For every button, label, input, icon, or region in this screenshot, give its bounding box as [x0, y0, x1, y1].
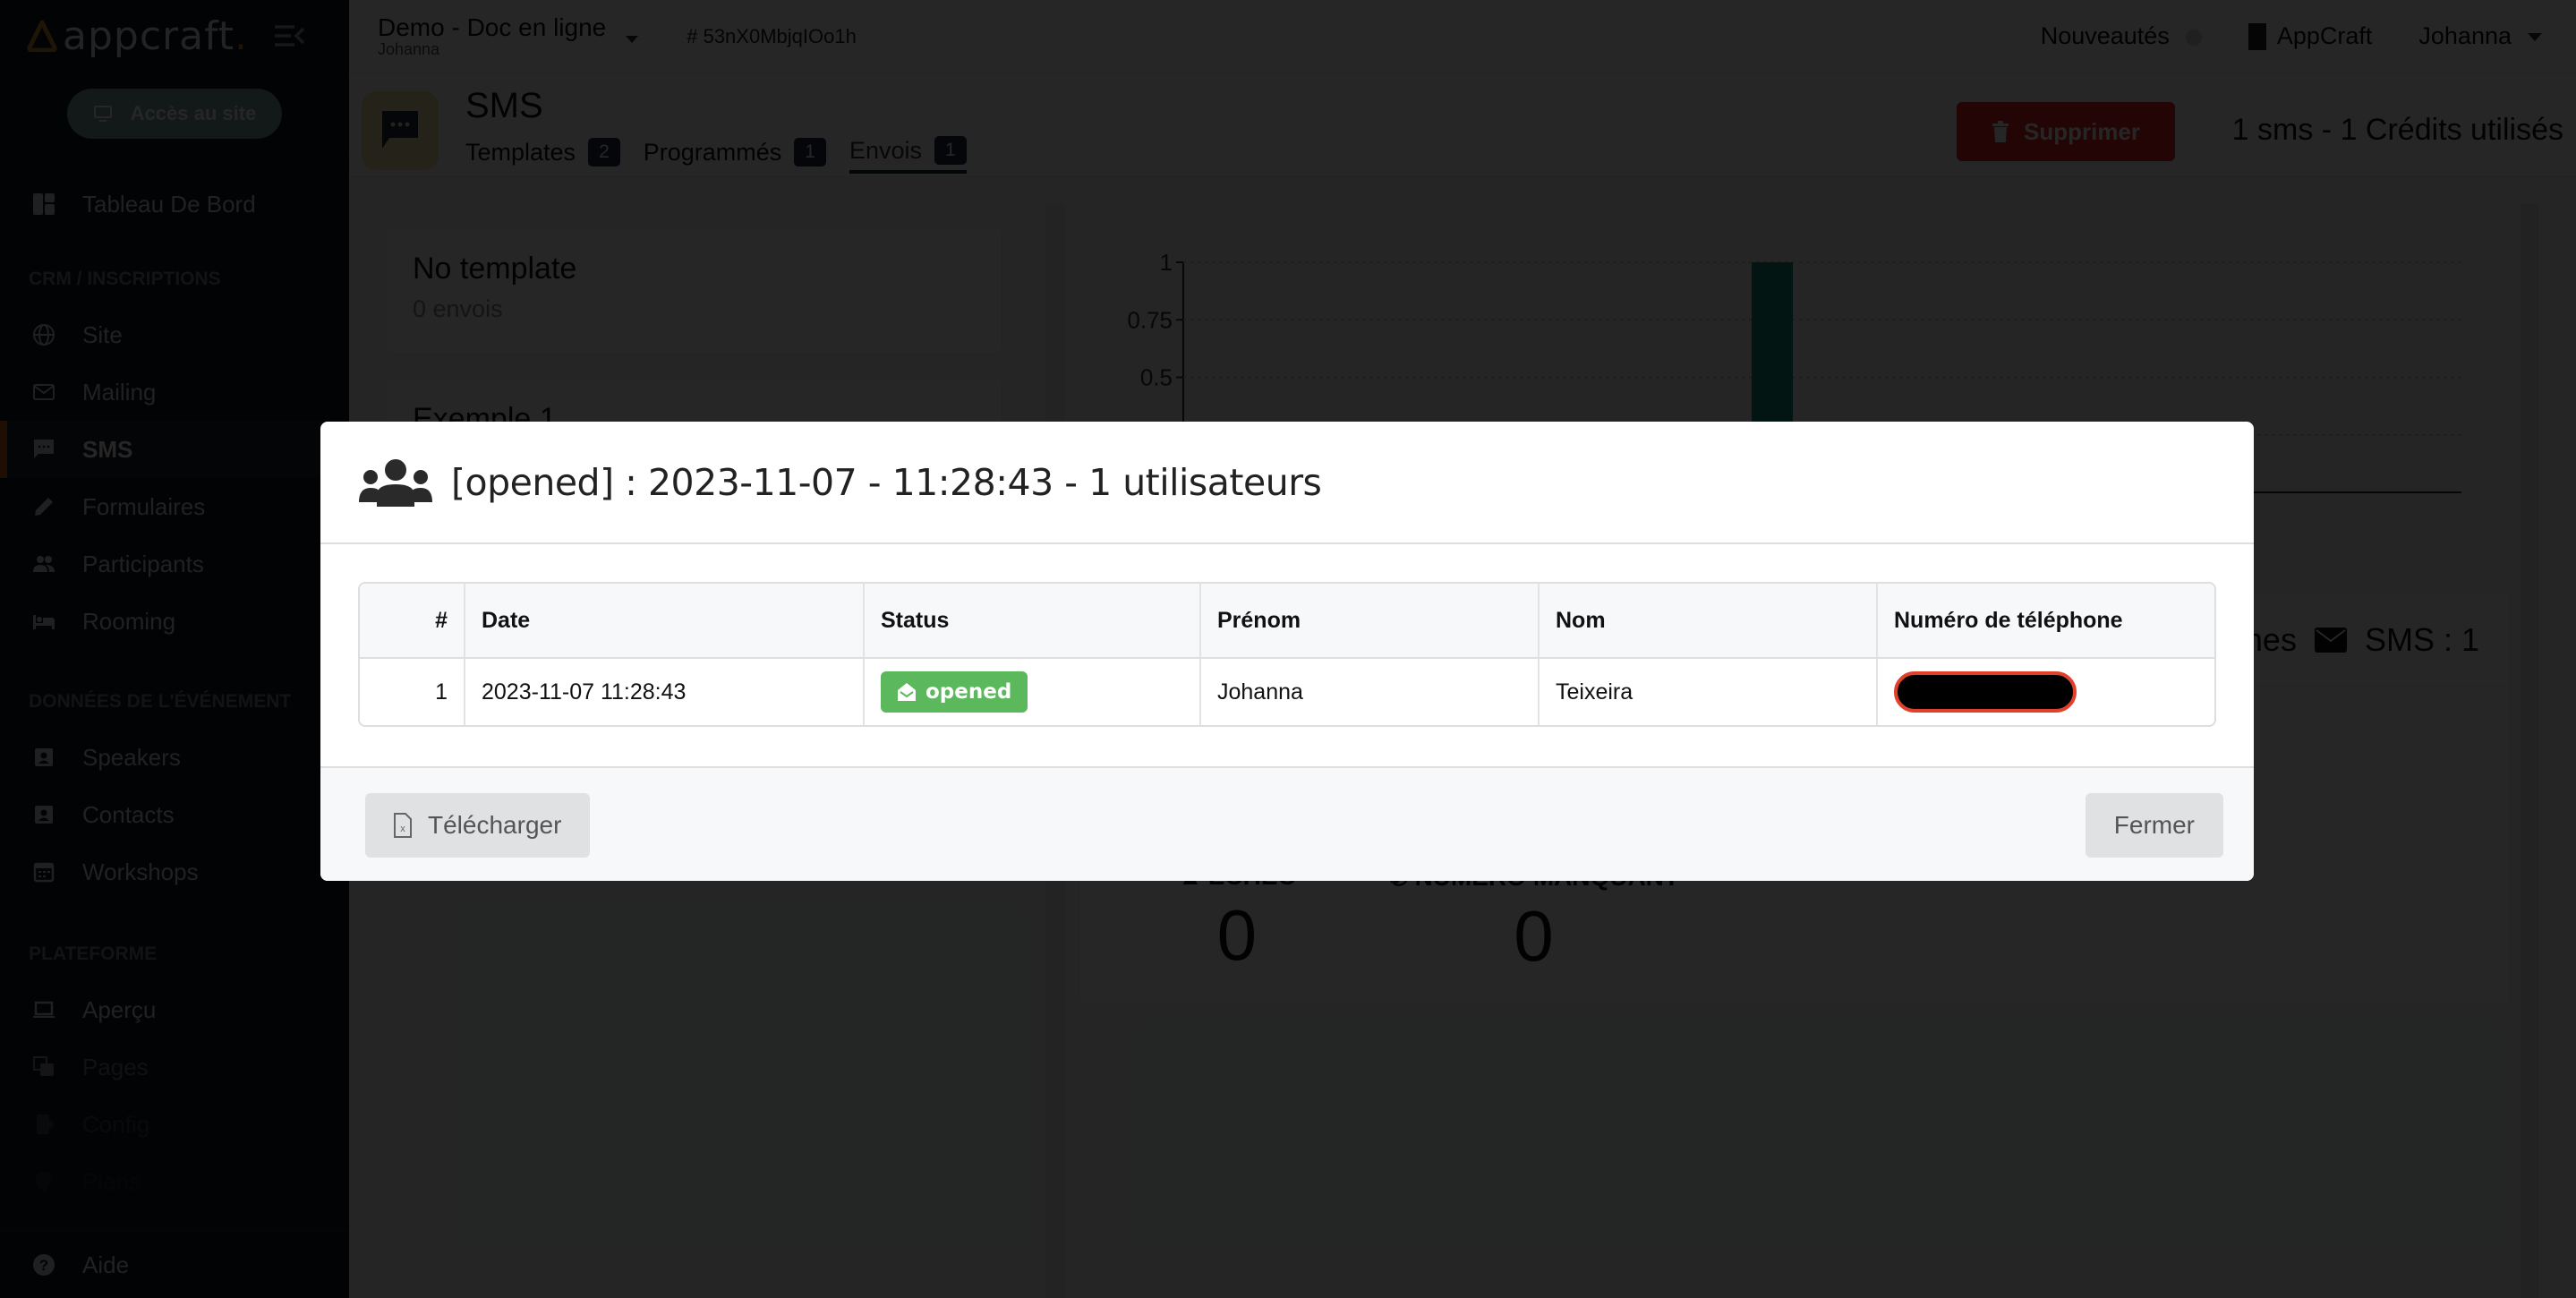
column-header-phone[interactable]: Numéro de téléphone [1878, 584, 2214, 659]
table-row: 1 2023-11-07 11:28:43 opened Johanna Tei… [360, 659, 2214, 725]
column-header-number[interactable]: # [360, 584, 465, 659]
cell-last-name: Teixeira [1540, 659, 1878, 725]
cell-date: 2023-11-07 11:28:43 [465, 659, 865, 725]
close-button[interactable]: Fermer [2085, 793, 2223, 858]
envelope-open-icon [898, 683, 916, 701]
cell-status: opened [865, 659, 1201, 725]
cell-first-name: Johanna [1201, 659, 1540, 725]
column-header-first-name[interactable]: Prénom [1201, 584, 1540, 659]
status-badge: opened [881, 671, 1028, 713]
cell-phone [1878, 659, 2214, 725]
modal-title: [opened] : 2023-11-07 - 11:28:43 - 1 uti… [451, 460, 1322, 504]
recipients-modal: [opened] : 2023-11-07 - 11:28:43 - 1 uti… [320, 422, 2254, 881]
svg-text:x: x [400, 824, 405, 834]
column-header-date[interactable]: Date [465, 584, 865, 659]
table-header-row: # Date Status Prénom Nom Numéro de télép… [360, 584, 2214, 659]
recipients-table: # Date Status Prénom Nom Numéro de télép… [358, 582, 2216, 727]
column-header-last-name[interactable]: Nom [1540, 584, 1878, 659]
redacted-phone [1894, 671, 2077, 713]
cell-number: 1 [360, 659, 465, 725]
column-header-status[interactable]: Status [865, 584, 1201, 659]
users-group-icon [359, 458, 432, 507]
download-button[interactable]: x Télécharger [365, 793, 591, 858]
file-excel-icon: x [394, 813, 412, 838]
